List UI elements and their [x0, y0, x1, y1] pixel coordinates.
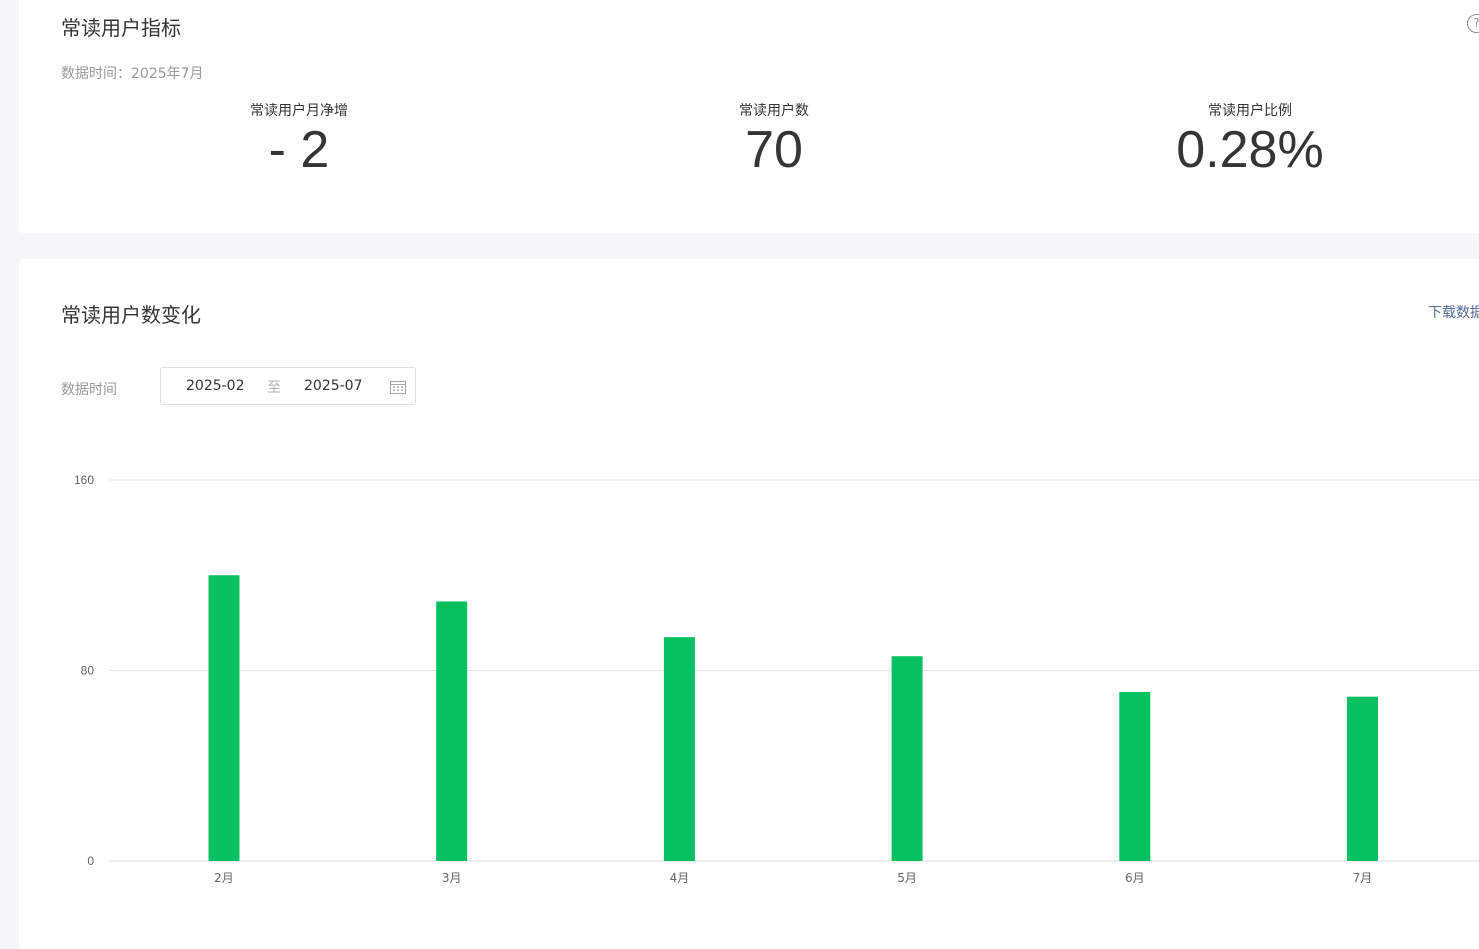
- bar: [1119, 691, 1151, 861]
- bar: [1347, 696, 1378, 861]
- date-end-input[interactable]: 2025-07: [304, 378, 363, 394]
- date-range-label: 数据时间: [61, 382, 117, 398]
- bar: [208, 575, 240, 861]
- x-tick-label: 3月: [442, 871, 462, 885]
- date-separator: 至: [267, 380, 281, 396]
- metrics-data-time: 数据时间：2025年7月: [61, 66, 204, 82]
- x-tick-label: 4月: [670, 871, 690, 885]
- chart-title: 常读用户数变化: [61, 303, 201, 327]
- help-icon[interactable]: ?: [1467, 14, 1479, 33]
- y-tick-label: 160: [74, 473, 94, 487]
- bar: [436, 601, 468, 861]
- bar-chart: 0 80 160 2月 3月 4月 5月 6月 7月: [74, 473, 1479, 885]
- x-tick-label: 7月: [1353, 871, 1373, 885]
- x-tick-label: 2月: [214, 871, 234, 885]
- bar: [891, 656, 923, 861]
- chart-card: 常读用户数变化 下载数据 数据时间 2025-02 至 2025-07 0 80 1…: [19, 259, 1479, 949]
- metrics-title: 常读用户指标: [61, 16, 181, 40]
- metric-value: - 2: [268, 121, 330, 179]
- metric-user-count: 常读用户数 70: [624, 100, 924, 182]
- y-tick-label: 80: [81, 664, 95, 678]
- y-tick-label: 0: [87, 854, 94, 868]
- metric-user-ratio: 常读用户比例 0.28%: [1100, 100, 1400, 182]
- x-tick-label: 6月: [1125, 871, 1145, 885]
- date-start-input[interactable]: 2025-02: [186, 378, 245, 394]
- date-range-picker[interactable]: 2025-02 至 2025-07: [160, 367, 416, 405]
- metric-value: 0.28%: [1176, 121, 1324, 179]
- metric-value: 70: [745, 121, 803, 179]
- metric-net-increase: 常读用户月净增 - 2: [149, 100, 449, 182]
- metrics-card: 常读用户指标 ? 数据时间：2025年7月 常读用户月净增 - 2 常读用户数 …: [19, 0, 1479, 233]
- download-data-link[interactable]: 下载数据: [1428, 302, 1479, 322]
- calendar-icon[interactable]: [390, 380, 406, 394]
- bar: [663, 637, 695, 861]
- x-tick-label: 5月: [897, 871, 917, 885]
